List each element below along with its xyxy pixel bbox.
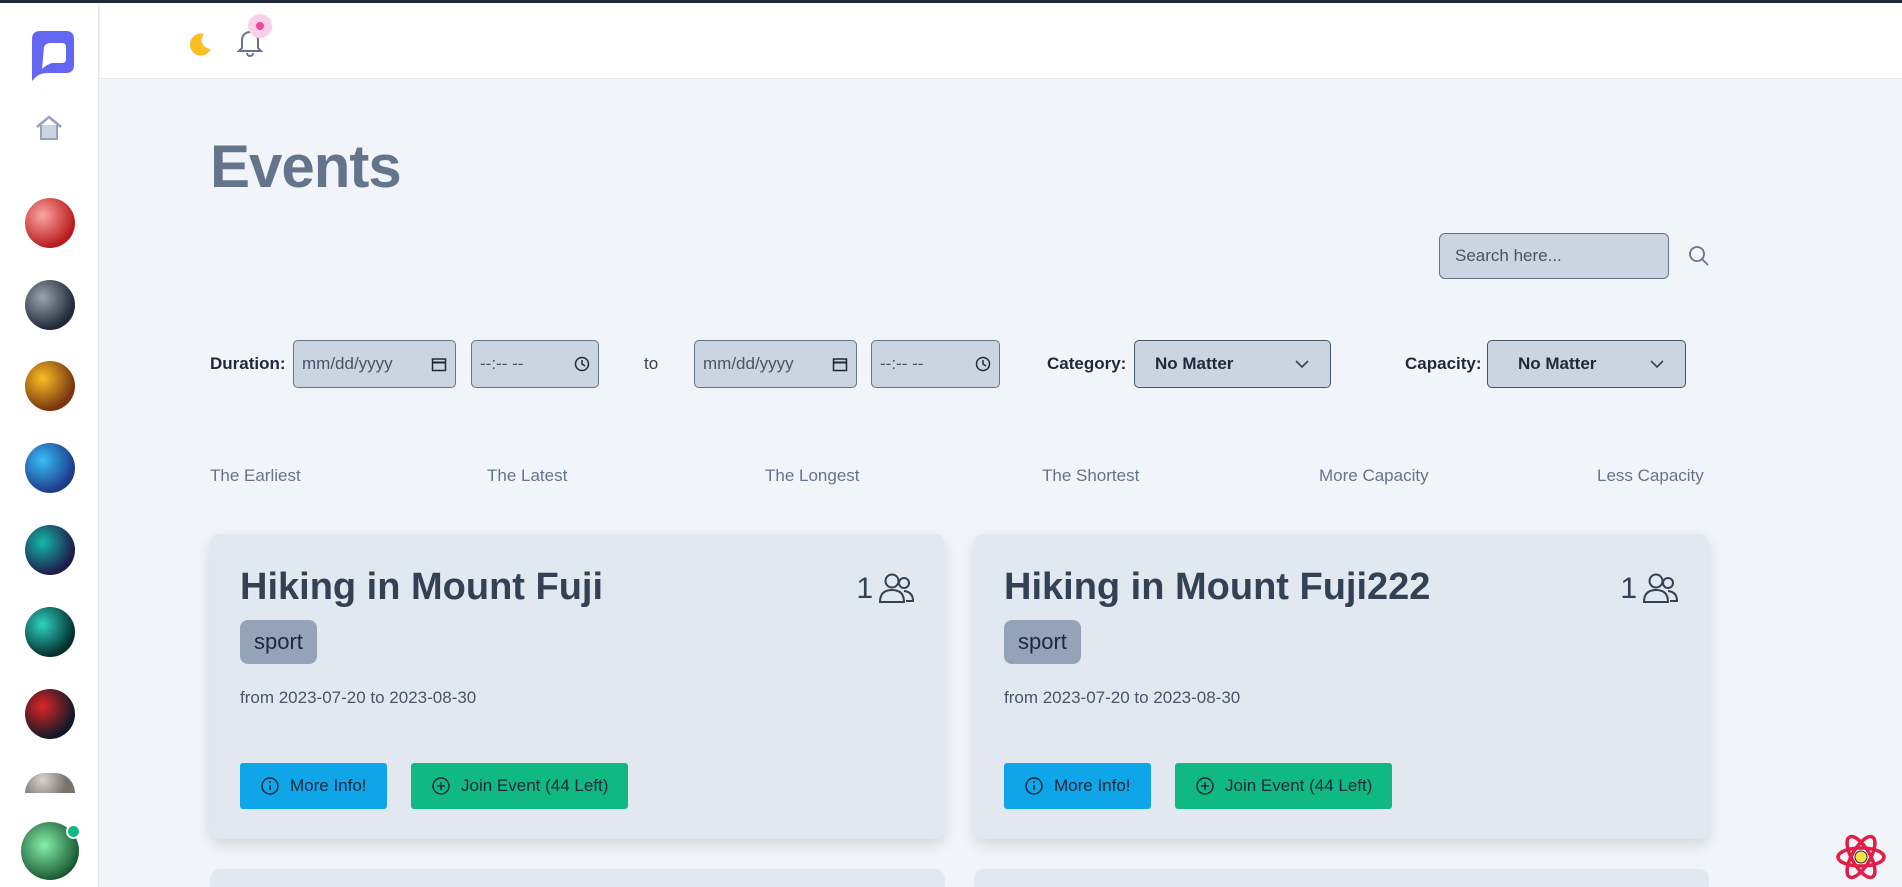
participants-count: 1: [856, 570, 915, 608]
moon-icon[interactable]: [186, 30, 214, 58]
end-time-input[interactable]: --:-- --: [871, 340, 1000, 388]
more-info-button[interactable]: More Info!: [240, 763, 387, 809]
notification-badge: [248, 14, 272, 38]
start-time-input[interactable]: --:-- --: [471, 340, 599, 388]
participants-count: 1: [1620, 570, 1679, 608]
capacity-label: Capacity:: [1405, 354, 1482, 373]
capacity-select[interactable]: No Matter: [1487, 340, 1686, 388]
sidebar: [0, 3, 99, 887]
search-icon[interactable]: [1688, 245, 1710, 267]
start-date-input[interactable]: mm/dd/yyyy: [293, 340, 456, 388]
plus-circle-icon: [1196, 777, 1214, 795]
sort-less-capacity[interactable]: Less Capacity: [1597, 466, 1704, 486]
community-avatar[interactable]: [25, 443, 75, 493]
clock-icon[interactable]: [574, 356, 590, 372]
info-icon: [261, 777, 279, 795]
user-avatar[interactable]: [21, 822, 81, 880]
event-title: Hiking in Mount Fuji222: [1004, 566, 1431, 608]
top-header: [100, 3, 1902, 79]
sort-more-capacity[interactable]: More Capacity: [1319, 466, 1429, 486]
more-info-button[interactable]: More Info!: [1004, 763, 1151, 809]
sort-latest[interactable]: The Latest: [487, 466, 567, 486]
to-label: to: [644, 354, 659, 373]
community-avatar[interactable]: [25, 607, 75, 657]
calendar-icon[interactable]: [832, 356, 848, 372]
community-avatar[interactable]: [25, 280, 75, 330]
join-event-button[interactable]: Join Event (44 Left): [411, 763, 629, 809]
sort-longest[interactable]: The Longest: [765, 466, 860, 486]
app-logo-icon[interactable]: [22, 25, 78, 81]
event-title: Hiking in Mount Fuji: [240, 566, 604, 608]
chevron-down-icon: [1650, 360, 1664, 369]
info-icon: [1025, 777, 1043, 795]
category-tag: sport: [240, 620, 317, 664]
community-avatar[interactable]: [25, 525, 75, 575]
event-dates: from 2023-07-20 to 2023-08-30: [1004, 688, 1241, 707]
event-card: Hiking in Mount Fuji 1 sport from 2023-0…: [210, 534, 945, 839]
category-label: Category:: [1047, 354, 1127, 373]
sort-earliest[interactable]: The Earliest: [210, 466, 301, 486]
users-icon: [878, 573, 915, 603]
join-event-button[interactable]: Join Event (44 Left): [1175, 763, 1393, 809]
page-title: Events: [210, 133, 402, 200]
end-date-input[interactable]: mm/dd/yyyy: [694, 340, 857, 388]
event-card-partial: [974, 869, 1709, 887]
event-card-partial: [210, 869, 945, 887]
clock-icon[interactable]: [975, 356, 991, 372]
community-avatar[interactable]: [25, 361, 75, 411]
duration-label: Duration:: [210, 354, 286, 373]
calendar-icon[interactable]: [431, 356, 447, 372]
users-icon: [1642, 573, 1679, 603]
community-avatar[interactable]: [25, 689, 75, 739]
react-devtools-icon[interactable]: [1835, 831, 1887, 883]
online-status-badge: [66, 824, 81, 839]
sort-shortest[interactable]: The Shortest: [1042, 466, 1139, 486]
home-icon[interactable]: [34, 113, 64, 143]
plus-circle-icon: [432, 777, 450, 795]
event-card: Hiking in Mount Fuji222 1 sport from 202…: [974, 534, 1709, 839]
category-tag: sport: [1004, 620, 1081, 664]
search-input[interactable]: [1439, 233, 1669, 279]
event-dates: from 2023-07-20 to 2023-08-30: [240, 688, 477, 707]
community-avatar[interactable]: [25, 198, 75, 248]
category-select[interactable]: No Matter: [1134, 340, 1331, 388]
chevron-down-icon: [1295, 360, 1309, 369]
community-avatar[interactable]: [25, 773, 75, 793]
